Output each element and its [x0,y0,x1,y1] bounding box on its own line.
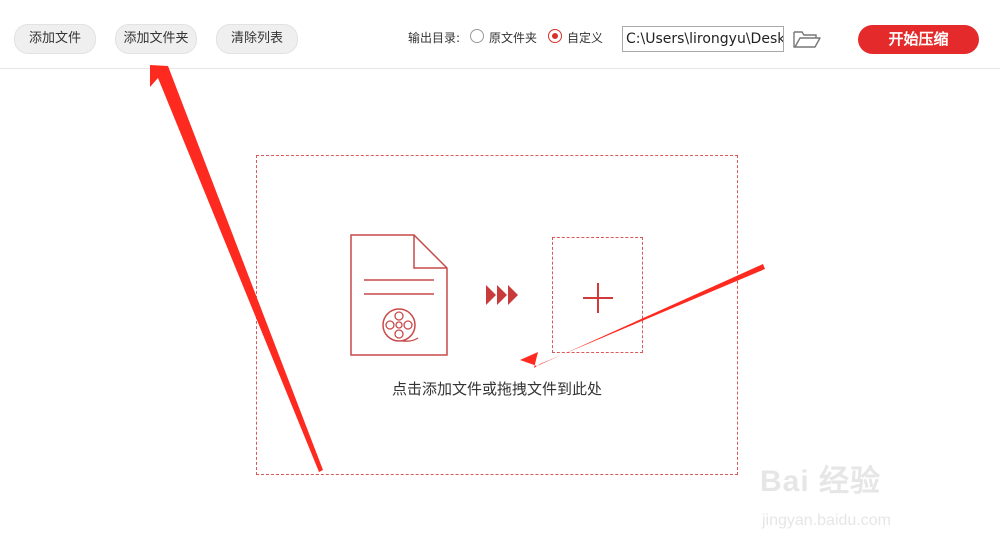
add-folder-button[interactable]: 添加文件夹 [115,24,197,54]
radio-original-folder-label[interactable]: 原文件夹 [489,29,537,46]
folder-open-icon[interactable] [792,27,822,51]
plus-icon [583,283,613,313]
output-dir-label: 输出目录: [408,31,461,45]
toolbar: 添加文件 添加文件夹 清除列表 输出目录: 原文件夹 自定义 C:\Users\… [0,0,1000,69]
clear-list-button[interactable]: 清除列表 [216,24,298,54]
triple-chevron-right-icon [486,283,520,307]
radio-custom-label[interactable]: 自定义 [567,29,603,46]
drop-zone[interactable] [256,155,738,475]
add-target-box[interactable] [552,237,643,353]
start-compress-button[interactable]: 开始压缩 [858,25,979,54]
drop-hint-text: 点击添加文件或拖拽文件到此处 [391,380,602,398]
watermark-url: jingyan.baidu.com [762,512,891,529]
radio-original-folder[interactable] [470,29,484,43]
output-path-field[interactable]: C:\Users\lirongyu\Desk [622,26,784,52]
video-file-icon [350,234,448,356]
add-file-button[interactable]: 添加文件 [14,24,96,54]
baidu-watermark: Bai 经验 jingyan.baidu.com [760,450,980,540]
watermark-brand: Bai 经验 [760,465,882,498]
radio-custom[interactable] [548,29,562,43]
